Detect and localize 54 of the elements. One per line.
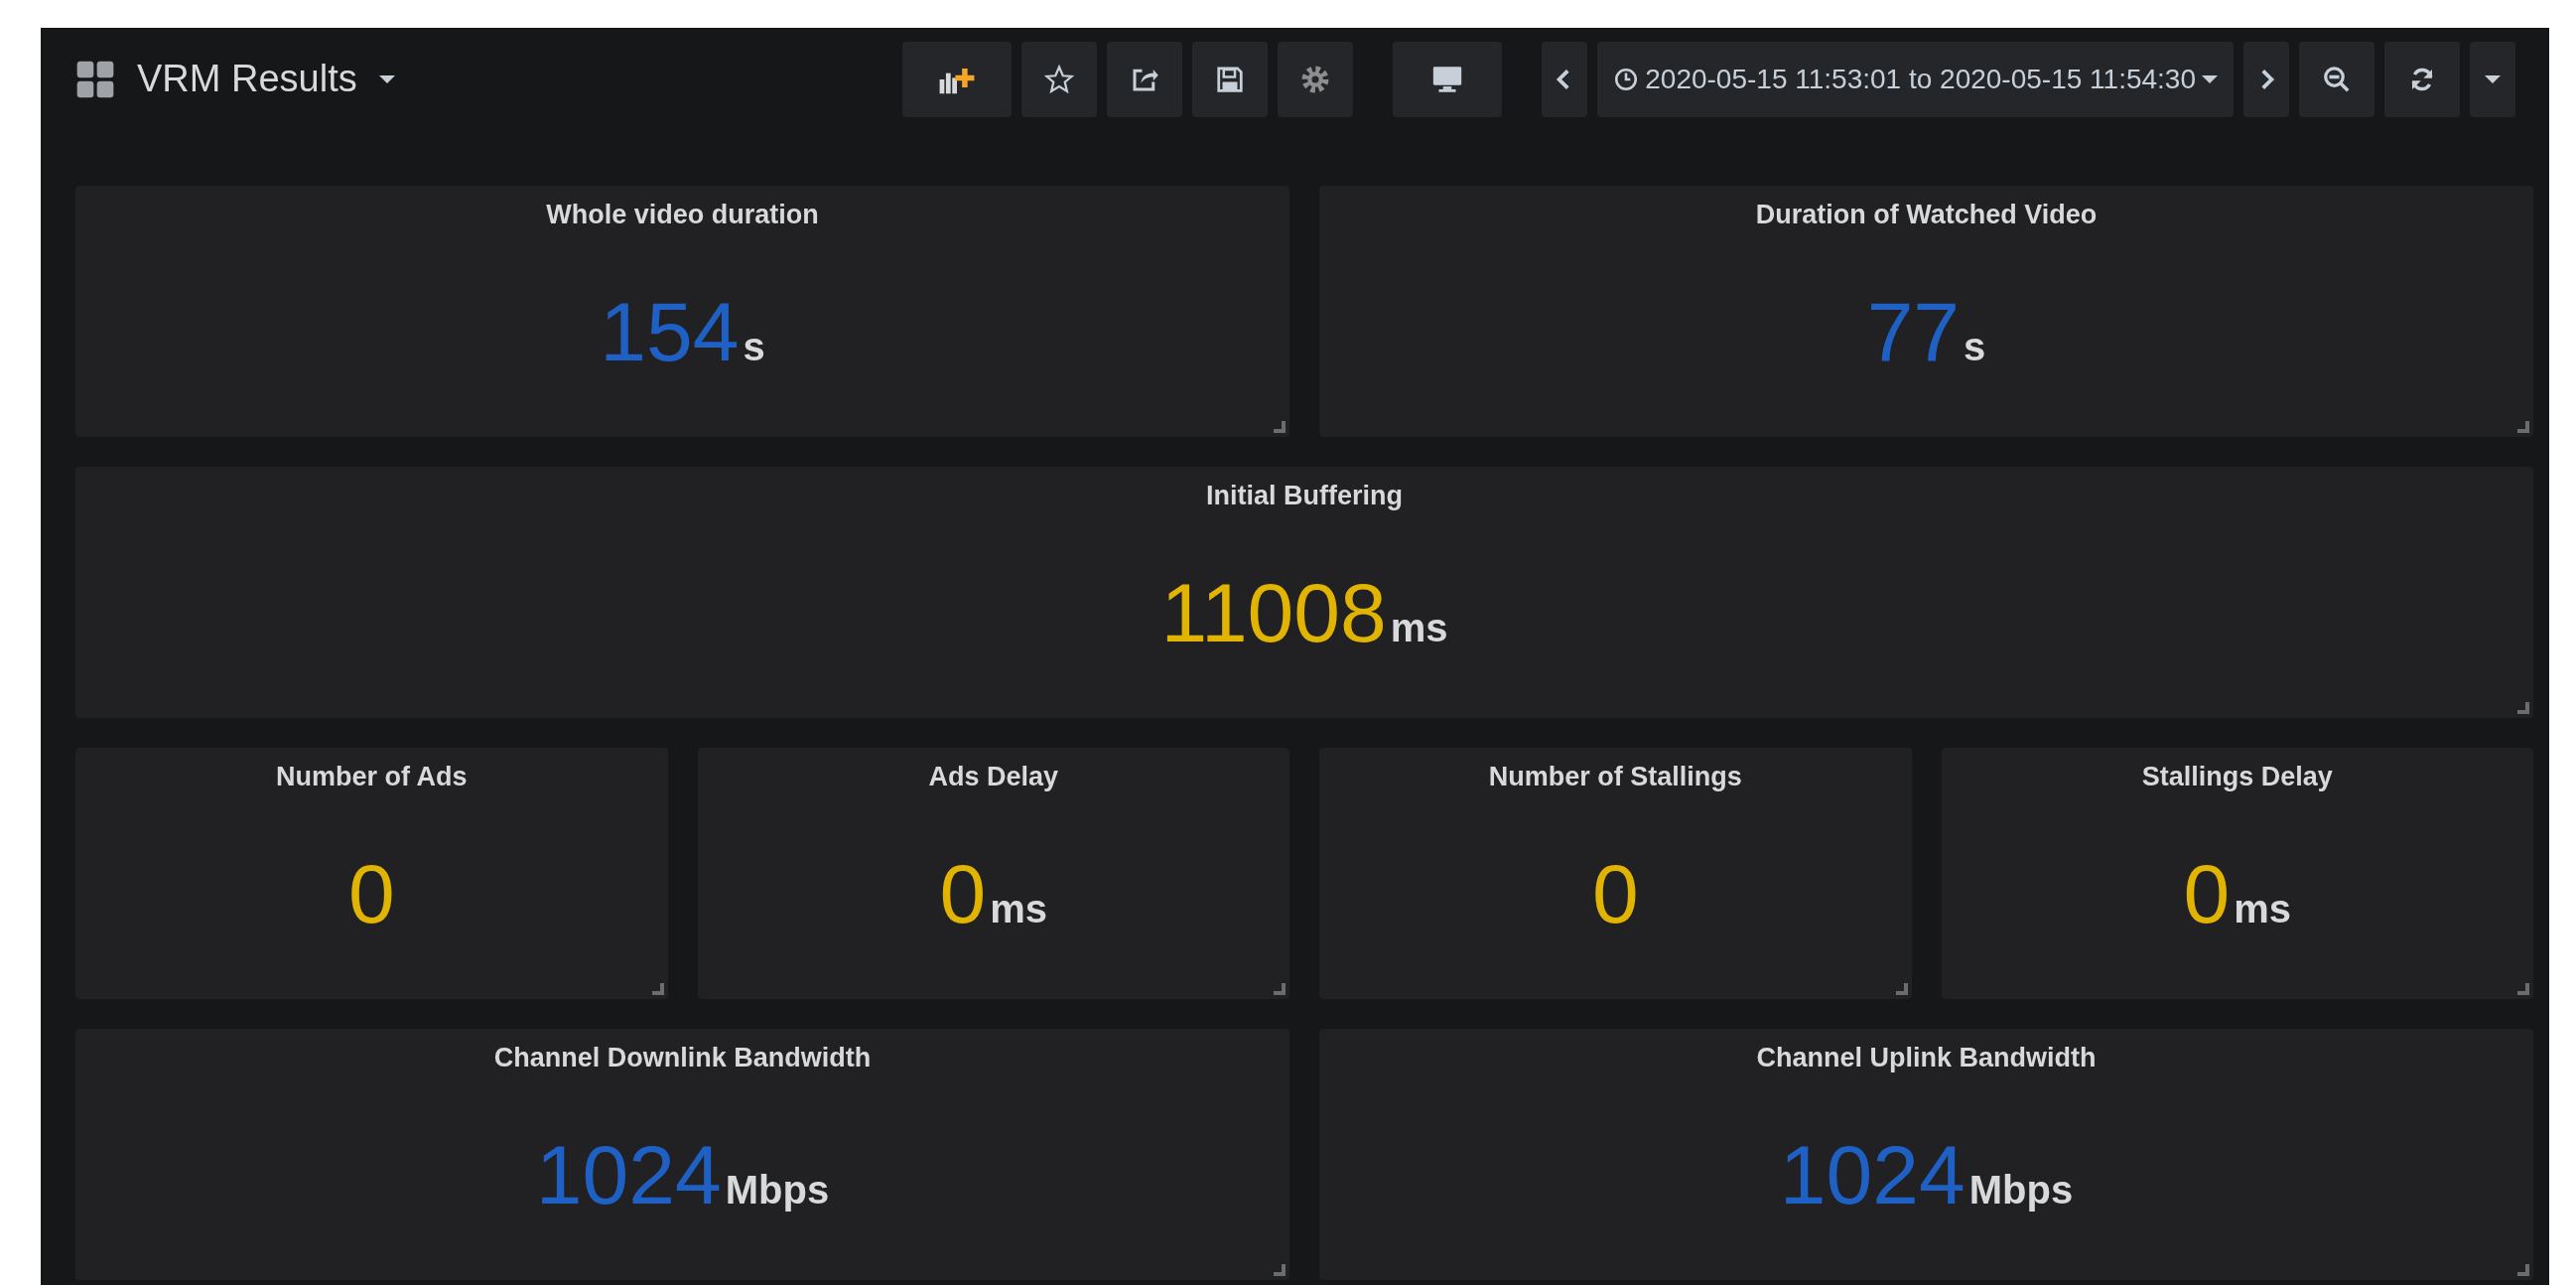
zoom-out-button[interactable] — [2299, 41, 2374, 117]
resize-handle-icon[interactable] — [1895, 983, 1908, 995]
zoom-out-icon — [2322, 64, 2352, 94]
star-icon — [1044, 64, 1075, 94]
resize-handle-icon[interactable] — [2517, 702, 2529, 714]
panel-title: Whole video duration — [546, 200, 819, 230]
refresh-interval-button[interactable] — [2470, 41, 2515, 117]
time-back-button[interactable] — [1542, 41, 1588, 117]
stat-unit: Mbps — [1968, 1168, 2074, 1213]
resize-handle-icon[interactable] — [2517, 983, 2529, 995]
panel-title: Number of Stallings — [1488, 762, 1742, 792]
panel-title: Channel Uplink Bandwidth — [1756, 1043, 2097, 1073]
panel-title: Duration of Watched Video — [1755, 200, 2098, 230]
resize-handle-icon[interactable] — [651, 983, 664, 995]
panel-title: Initial Buffering — [1206, 481, 1403, 511]
caret-icon — [2202, 74, 2218, 83]
time-forward-button[interactable] — [2243, 41, 2289, 117]
stat-value: 1024 — [535, 1133, 722, 1216]
stat-unit: ms — [1390, 606, 1448, 650]
panel-title: Number of Ads — [276, 762, 468, 792]
stat-unit: ms — [990, 887, 1047, 931]
stat-unit: s — [743, 325, 765, 369]
stat-unit: Mbps — [725, 1168, 830, 1213]
caret-icon — [378, 74, 395, 83]
add-panel-button[interactable] — [902, 41, 1013, 117]
resize-handle-icon[interactable] — [2517, 1264, 2529, 1276]
stat-value: 0 — [939, 852, 987, 935]
refresh-button[interactable] — [2384, 41, 2460, 117]
save-button[interactable] — [1192, 41, 1269, 117]
resize-handle-icon[interactable] — [1274, 1264, 1286, 1276]
stat-value: 77 — [1866, 290, 1961, 373]
tv-mode-button[interactable] — [1393, 41, 1503, 117]
clock-icon — [1613, 66, 1640, 92]
caret-icon — [2485, 74, 2501, 83]
stat-unit: ms — [2234, 887, 2291, 931]
stat-value: 0 — [347, 852, 395, 935]
share-button[interactable] — [1107, 41, 1183, 117]
stat-value: 0 — [1591, 852, 1639, 935]
stat-value: 1024 — [1779, 1133, 1966, 1216]
grid-icon — [75, 59, 115, 99]
dashboard-title[interactable]: VRM Results — [75, 58, 903, 100]
stat-unit: s — [1964, 325, 1986, 369]
settings-button[interactable] — [1278, 41, 1354, 117]
resize-handle-icon[interactable] — [2517, 421, 2529, 433]
panel-title: Ads Delay — [928, 762, 1059, 792]
resize-handle-icon[interactable] — [1274, 421, 1286, 433]
panel-title: Channel Downlink Bandwidth — [493, 1043, 872, 1073]
star-button[interactable] — [1021, 41, 1098, 117]
panel-title: Stallings Delay — [2141, 762, 2333, 792]
time-range-button[interactable]: 2020-05-15 11:53:01 to 2020-05-15 11:54:30 — [1597, 41, 2234, 117]
stat-value: 11008 — [1160, 571, 1387, 654]
stat-value: 154 — [600, 290, 740, 373]
stat-value: 0 — [2183, 852, 2231, 935]
resize-handle-icon[interactable] — [1274, 983, 1286, 995]
